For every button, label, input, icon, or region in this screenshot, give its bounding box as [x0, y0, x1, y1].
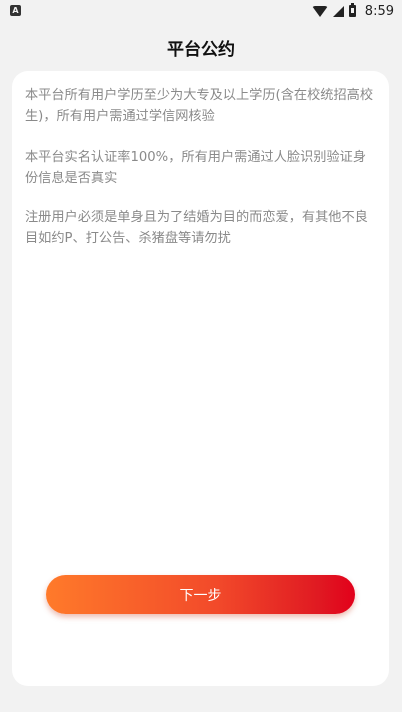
convention-card: 本平台所有用户学历至少为大专及以上学历(含在校统招高校生)，所有用户需通过学信网… — [12, 71, 389, 686]
notification-icon: A — [10, 5, 21, 16]
status-icons: 8:59 — [311, 3, 394, 19]
signal-icon — [332, 5, 344, 17]
wifi-icon — [311, 5, 328, 17]
battery-icon — [348, 3, 356, 17]
title-bar: 平台公约 — [0, 24, 402, 70]
page-title: 平台公约 — [167, 39, 235, 60]
next-button[interactable]: 下一步 — [46, 575, 355, 614]
rule-item: 注册用户必须是单身且为了结婚为目的而恋爱，有其他不良目如约P、打公告、杀猪盘等请… — [25, 210, 368, 246]
rule-item: 本平台所有用户学历至少为大专及以上学历(含在校统招高校生)，所有用户需通过学信网… — [25, 88, 374, 124]
rule-item: 本平台实名认证率100%，所有用户需通过人脸识别验证身份信息是否真实 — [25, 150, 367, 186]
status-bar: A 8:59 — [0, 0, 402, 24]
status-time: 8:59 — [364, 3, 394, 19]
